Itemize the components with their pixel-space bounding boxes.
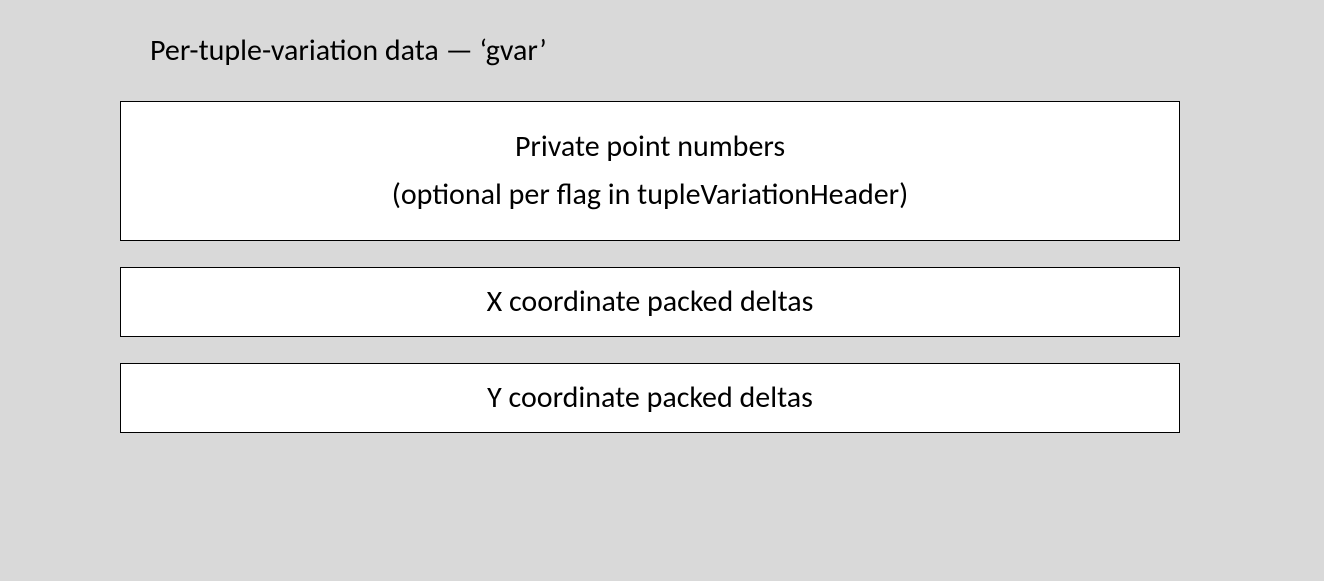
- box3-text: Y coordinate packed deltas: [487, 374, 813, 422]
- box1-line1: Private point numbers: [515, 123, 785, 171]
- box1-line2: (optional per flag in tupleVariationHead…: [392, 171, 908, 219]
- box-y-deltas: Y coordinate packed deltas: [120, 363, 1180, 433]
- diagram-container: Per-tuple-variation data — ‘gvar’ Privat…: [0, 0, 1324, 473]
- box-private-point-numbers: Private point numbers (optional per flag…: [120, 101, 1180, 241]
- diagram-title: Per-tuple-variation data — ‘gvar’: [150, 32, 1204, 69]
- box-x-deltas: X coordinate packed deltas: [120, 267, 1180, 337]
- box2-text: X coordinate packed deltas: [487, 278, 814, 326]
